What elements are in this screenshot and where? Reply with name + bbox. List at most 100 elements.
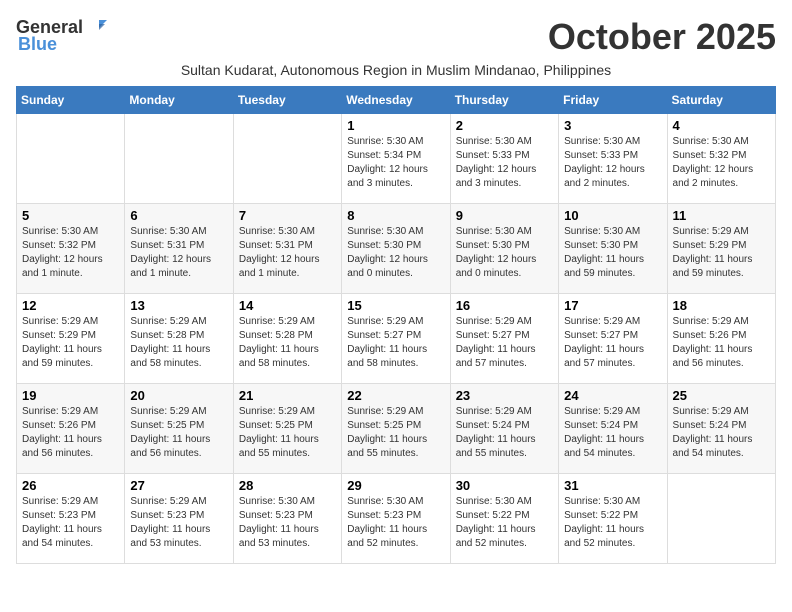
day-number: 10 (564, 208, 661, 223)
day-cell: 13 Sunrise: 5:29 AM Sunset: 5:28 PM Dayli… (125, 294, 233, 384)
day-info: Sunrise: 5:30 AM Sunset: 5:31 PM Dayligh… (239, 225, 336, 281)
col-header-friday: Friday (559, 87, 667, 114)
day-cell (17, 114, 125, 204)
day-info: Sunrise: 5:30 AM Sunset: 5:22 PM Dayligh… (564, 495, 661, 551)
col-header-tuesday: Tuesday (233, 87, 341, 114)
day-info: Sunrise: 5:30 AM Sunset: 5:30 PM Dayligh… (456, 225, 553, 281)
day-cell: 28Sunrise: 5:30 AM Sunset: 5:23 PM Dayli… (233, 474, 341, 564)
day-number: 2 (456, 118, 553, 133)
day-cell: 20 Sunrise: 5:29 AM Sunset: 5:25 PM Dayli… (125, 384, 233, 474)
day-number: 28 (239, 478, 336, 493)
day-cell: 29 Sunrise: 5:30 AM Sunset: 5:23 PM Dayli… (342, 474, 450, 564)
day-number: 19 (22, 388, 119, 403)
calendar-header: SundayMondayTuesdayWednesdayThursdayFrid… (17, 87, 776, 114)
col-header-saturday: Saturday (667, 87, 775, 114)
day-cell (125, 114, 233, 204)
calendar-table: SundayMondayTuesdayWednesdayThursdayFrid… (16, 86, 776, 564)
day-number: 20 (130, 388, 227, 403)
col-header-monday: Monday (125, 87, 233, 114)
day-info: Sunrise: 5:29 AM Sunset: 5:28 PM Dayligh… (130, 315, 227, 371)
day-number: 12 (22, 298, 119, 313)
day-cell: 3 Sunrise: 5:30 AM Sunset: 5:33 PM Daylig… (559, 114, 667, 204)
day-number: 14 (239, 298, 336, 313)
day-cell (667, 474, 775, 564)
day-cell: 16 Sunrise: 5:29 AM Sunset: 5:27 PM Dayli… (450, 294, 558, 384)
day-cell: 19 Sunrise: 5:29 AM Sunset: 5:26 PM Dayli… (17, 384, 125, 474)
week-row-3: 12 Sunrise: 5:29 AM Sunset: 5:29 PM Dayli… (17, 294, 776, 384)
day-cell: 11 Sunrise: 5:29 AM Sunset: 5:29 PM Dayli… (667, 204, 775, 294)
day-cell: 10Sunrise: 5:30 AM Sunset: 5:30 PM Dayli… (559, 204, 667, 294)
subtitle: Sultan Kudarat, Autonomous Region in Mus… (16, 62, 776, 78)
day-cell: 27Sunrise: 5:29 AM Sunset: 5:23 PM Dayli… (125, 474, 233, 564)
day-number: 18 (673, 298, 770, 313)
day-number: 17 (564, 298, 661, 313)
day-info: Sunrise: 5:29 AM Sunset: 5:28 PM Dayligh… (239, 315, 336, 371)
col-header-thursday: Thursday (450, 87, 558, 114)
day-cell: 6 Sunrise: 5:30 AM Sunset: 5:31 PM Daylig… (125, 204, 233, 294)
week-row-5: 26 Sunrise: 5:29 AM Sunset: 5:23 PM Dayli… (17, 474, 776, 564)
day-number: 7 (239, 208, 336, 223)
week-row-2: 5 Sunrise: 5:30 AM Sunset: 5:32 PM Daylig… (17, 204, 776, 294)
header-row: SundayMondayTuesdayWednesdayThursdayFrid… (17, 87, 776, 114)
day-info: Sunrise: 5:29 AM Sunset: 5:23 PM Dayligh… (22, 495, 119, 551)
day-number: 11 (673, 208, 770, 223)
day-number: 9 (456, 208, 553, 223)
day-info: Sunrise: 5:29 AM Sunset: 5:29 PM Dayligh… (673, 225, 770, 281)
day-info: Sunrise: 5:29 AM Sunset: 5:26 PM Dayligh… (22, 405, 119, 461)
day-number: 16 (456, 298, 553, 313)
day-info: Sunrise: 5:29 AM Sunset: 5:24 PM Dayligh… (673, 405, 770, 461)
week-row-1: 1 Sunrise: 5:30 AM Sunset: 5:34 PM Daylig… (17, 114, 776, 204)
day-cell: 25Sunrise: 5:29 AM Sunset: 5:24 PM Dayli… (667, 384, 775, 474)
day-info: Sunrise: 5:29 AM Sunset: 5:25 PM Dayligh… (130, 405, 227, 461)
page-header: General Blue October 2025 (16, 16, 776, 58)
day-cell: 30 Sunrise: 5:30 AM Sunset: 5:22 PM Dayli… (450, 474, 558, 564)
day-info: Sunrise: 5:29 AM Sunset: 5:27 PM Dayligh… (456, 315, 553, 371)
day-cell: 12 Sunrise: 5:29 AM Sunset: 5:29 PM Dayli… (17, 294, 125, 384)
day-info: Sunrise: 5:29 AM Sunset: 5:26 PM Dayligh… (673, 315, 770, 371)
day-info: Sunrise: 5:29 AM Sunset: 5:25 PM Dayligh… (239, 405, 336, 461)
day-info: Sunrise: 5:30 AM Sunset: 5:33 PM Dayligh… (456, 135, 553, 191)
day-info: Sunrise: 5:30 AM Sunset: 5:34 PM Dayligh… (347, 135, 444, 191)
day-info: Sunrise: 5:30 AM Sunset: 5:30 PM Dayligh… (347, 225, 444, 281)
day-number: 13 (130, 298, 227, 313)
day-cell: 9 Sunrise: 5:30 AM Sunset: 5:30 PM Daylig… (450, 204, 558, 294)
day-cell: 8Sunrise: 5:30 AM Sunset: 5:30 PM Daylig… (342, 204, 450, 294)
day-info: Sunrise: 5:30 AM Sunset: 5:22 PM Dayligh… (456, 495, 553, 551)
day-cell: 18 Sunrise: 5:29 AM Sunset: 5:26 PM Dayli… (667, 294, 775, 384)
day-number: 26 (22, 478, 119, 493)
day-cell: 23 Sunrise: 5:29 AM Sunset: 5:24 PM Dayli… (450, 384, 558, 474)
day-number: 15 (347, 298, 444, 313)
day-number: 24 (564, 388, 661, 403)
day-info: Sunrise: 5:30 AM Sunset: 5:23 PM Dayligh… (347, 495, 444, 551)
day-number: 22 (347, 388, 444, 403)
day-info: Sunrise: 5:30 AM Sunset: 5:32 PM Dayligh… (673, 135, 770, 191)
day-cell: 14 Sunrise: 5:29 AM Sunset: 5:28 PM Dayli… (233, 294, 341, 384)
day-number: 3 (564, 118, 661, 133)
day-cell: 31Sunrise: 5:30 AM Sunset: 5:22 PM Dayli… (559, 474, 667, 564)
day-cell: 2 Sunrise: 5:30 AM Sunset: 5:33 PM Daylig… (450, 114, 558, 204)
day-number: 30 (456, 478, 553, 493)
day-number: 29 (347, 478, 444, 493)
day-info: Sunrise: 5:30 AM Sunset: 5:33 PM Dayligh… (564, 135, 661, 191)
day-cell: 24 Sunrise: 5:29 AM Sunset: 5:24 PM Dayli… (559, 384, 667, 474)
day-info: Sunrise: 5:30 AM Sunset: 5:31 PM Dayligh… (130, 225, 227, 281)
day-number: 21 (239, 388, 336, 403)
calendar-body: 1 Sunrise: 5:30 AM Sunset: 5:34 PM Daylig… (17, 114, 776, 564)
day-info: Sunrise: 5:29 AM Sunset: 5:29 PM Dayligh… (22, 315, 119, 371)
day-cell: 21 Sunrise: 5:29 AM Sunset: 5:25 PM Dayli… (233, 384, 341, 474)
day-cell: 17Sunrise: 5:29 AM Sunset: 5:27 PM Dayli… (559, 294, 667, 384)
day-cell: 1 Sunrise: 5:30 AM Sunset: 5:34 PM Daylig… (342, 114, 450, 204)
day-cell: 22Sunrise: 5:29 AM Sunset: 5:25 PM Dayli… (342, 384, 450, 474)
day-number: 23 (456, 388, 553, 403)
day-info: Sunrise: 5:29 AM Sunset: 5:24 PM Dayligh… (456, 405, 553, 461)
day-number: 1 (347, 118, 444, 133)
day-info: Sunrise: 5:30 AM Sunset: 5:32 PM Dayligh… (22, 225, 119, 281)
week-row-4: 19 Sunrise: 5:29 AM Sunset: 5:26 PM Dayli… (17, 384, 776, 474)
day-cell: 15Sunrise: 5:29 AM Sunset: 5:27 PM Dayli… (342, 294, 450, 384)
logo-icon (85, 16, 107, 38)
logo: General Blue (16, 16, 107, 55)
day-number: 6 (130, 208, 227, 223)
day-number: 5 (22, 208, 119, 223)
day-cell: 7 Sunrise: 5:30 AM Sunset: 5:31 PM Daylig… (233, 204, 341, 294)
day-info: Sunrise: 5:29 AM Sunset: 5:24 PM Dayligh… (564, 405, 661, 461)
